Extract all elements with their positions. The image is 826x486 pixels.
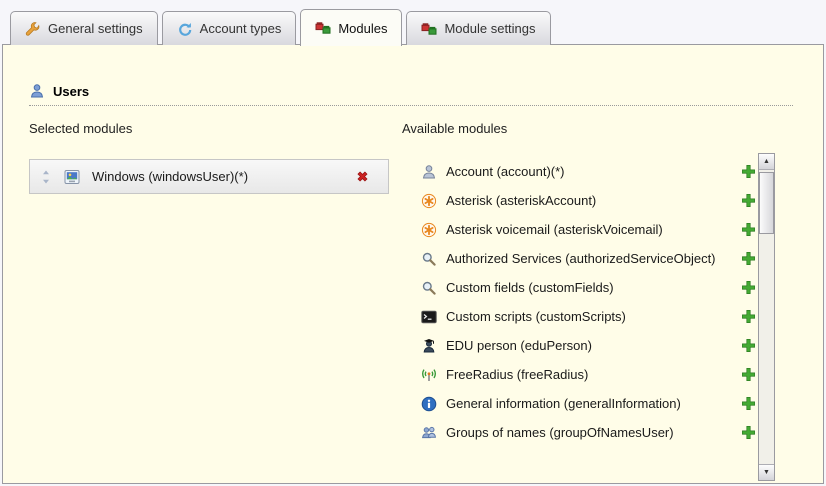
lam-configuration-page: General settings Account types Modules M… — [0, 0, 826, 486]
module-label: Asterisk (asteriskAccount) — [446, 193, 731, 208]
available-module-row: Asterisk (asteriskAccount) — [402, 186, 756, 215]
add-module-button[interactable] — [740, 338, 756, 354]
tab-bar: General settings Account types Modules M… — [10, 8, 551, 45]
available-module-row: Authorized Services (authorizedServiceOb… — [402, 244, 756, 273]
tab-module-settings[interactable]: Module settings — [406, 11, 550, 45]
remove-module-button[interactable] — [354, 169, 370, 185]
tab-label: General settings — [48, 21, 143, 36]
section-divider — [29, 105, 793, 106]
tab-label: Account types — [200, 21, 282, 36]
terminal-icon — [421, 309, 437, 325]
available-module-row: General information (generalInformation) — [402, 389, 756, 418]
module-label: FreeRadius (freeRadius) — [446, 367, 731, 382]
available-module-row: Account (account)(*) — [402, 157, 756, 186]
add-module-button[interactable] — [740, 193, 756, 209]
module-label: Authorized Services (authorizedServiceOb… — [446, 251, 731, 266]
module-label: General information (generalInformation) — [446, 396, 731, 411]
available-module-row: EDU person (eduPerson) — [402, 331, 756, 360]
module-label: Custom fields (customFields) — [446, 280, 731, 295]
available-module-row: FreeRadius (freeRadius) — [402, 360, 756, 389]
add-module-button[interactable] — [740, 367, 756, 383]
tab-label: Modules — [338, 21, 387, 36]
add-module-button[interactable] — [740, 280, 756, 296]
section-title: Users — [53, 84, 89, 99]
module-label: Account (account)(*) — [446, 164, 731, 179]
module-settings-icon — [421, 21, 437, 37]
asterisk-icon — [421, 222, 437, 238]
available-modules-heading: Available modules — [402, 121, 507, 136]
windows-icon — [64, 169, 80, 185]
available-modules-list: Account (account)(*) Asterisk (asteriskAc… — [402, 157, 756, 447]
available-module-row: Custom fields (customFields) — [402, 273, 756, 302]
available-module-row: Groups of names (groupOfNamesUser) — [402, 418, 756, 447]
scroll-down-button[interactable]: ▼ — [759, 464, 774, 480]
selected-modules-list: Windows (windowsUser)(*) — [29, 159, 389, 194]
magnifier-icon — [421, 280, 437, 296]
available-modules-scrollbar[interactable]: ▲ ▼ — [758, 153, 775, 481]
add-module-button[interactable] — [740, 251, 756, 267]
user-icon — [29, 83, 45, 99]
add-module-button[interactable] — [740, 425, 756, 441]
add-module-button[interactable] — [740, 396, 756, 412]
section-header: Users — [29, 83, 89, 99]
tab-general-settings[interactable]: General settings — [10, 11, 158, 45]
modules-icon — [315, 20, 331, 36]
module-label: Asterisk voicemail (asteriskVoicemail) — [446, 222, 731, 237]
module-label: Windows (windowsUser)(*) — [92, 169, 248, 184]
available-module-row: Asterisk voicemail (asteriskVoicemail) — [402, 215, 756, 244]
available-module-row: Custom scripts (customScripts) — [402, 302, 756, 331]
drag-icon[interactable] — [40, 169, 52, 185]
account-icon — [421, 164, 437, 180]
asterisk-icon — [421, 193, 437, 209]
module-label: EDU person (eduPerson) — [446, 338, 731, 353]
selected-modules-heading: Selected modules — [29, 121, 132, 136]
module-label: Custom scripts (customScripts) — [446, 309, 731, 324]
add-module-button[interactable] — [740, 164, 756, 180]
scrollbar-track[interactable] — [759, 170, 774, 464]
tools-icon — [25, 21, 41, 37]
add-module-button[interactable] — [740, 222, 756, 238]
edu-person-icon — [421, 338, 437, 354]
refresh-icon — [177, 21, 193, 37]
add-module-button[interactable] — [740, 309, 756, 325]
tab-account-types[interactable]: Account types — [162, 11, 297, 45]
scroll-up-button[interactable]: ▲ — [759, 154, 774, 170]
group-icon — [421, 425, 437, 441]
module-label: Groups of names (groupOfNamesUser) — [446, 425, 731, 440]
tab-modules[interactable]: Modules — [300, 9, 402, 46]
tab-label: Module settings — [444, 21, 535, 36]
info-icon — [421, 396, 437, 412]
modules-panel: Users Selected modules Available modules… — [2, 44, 824, 484]
magnifier-icon — [421, 251, 437, 267]
selected-module-row[interactable]: Windows (windowsUser)(*) — [29, 159, 389, 194]
antenna-icon — [421, 367, 437, 383]
scrollbar-thumb[interactable] — [759, 172, 774, 234]
